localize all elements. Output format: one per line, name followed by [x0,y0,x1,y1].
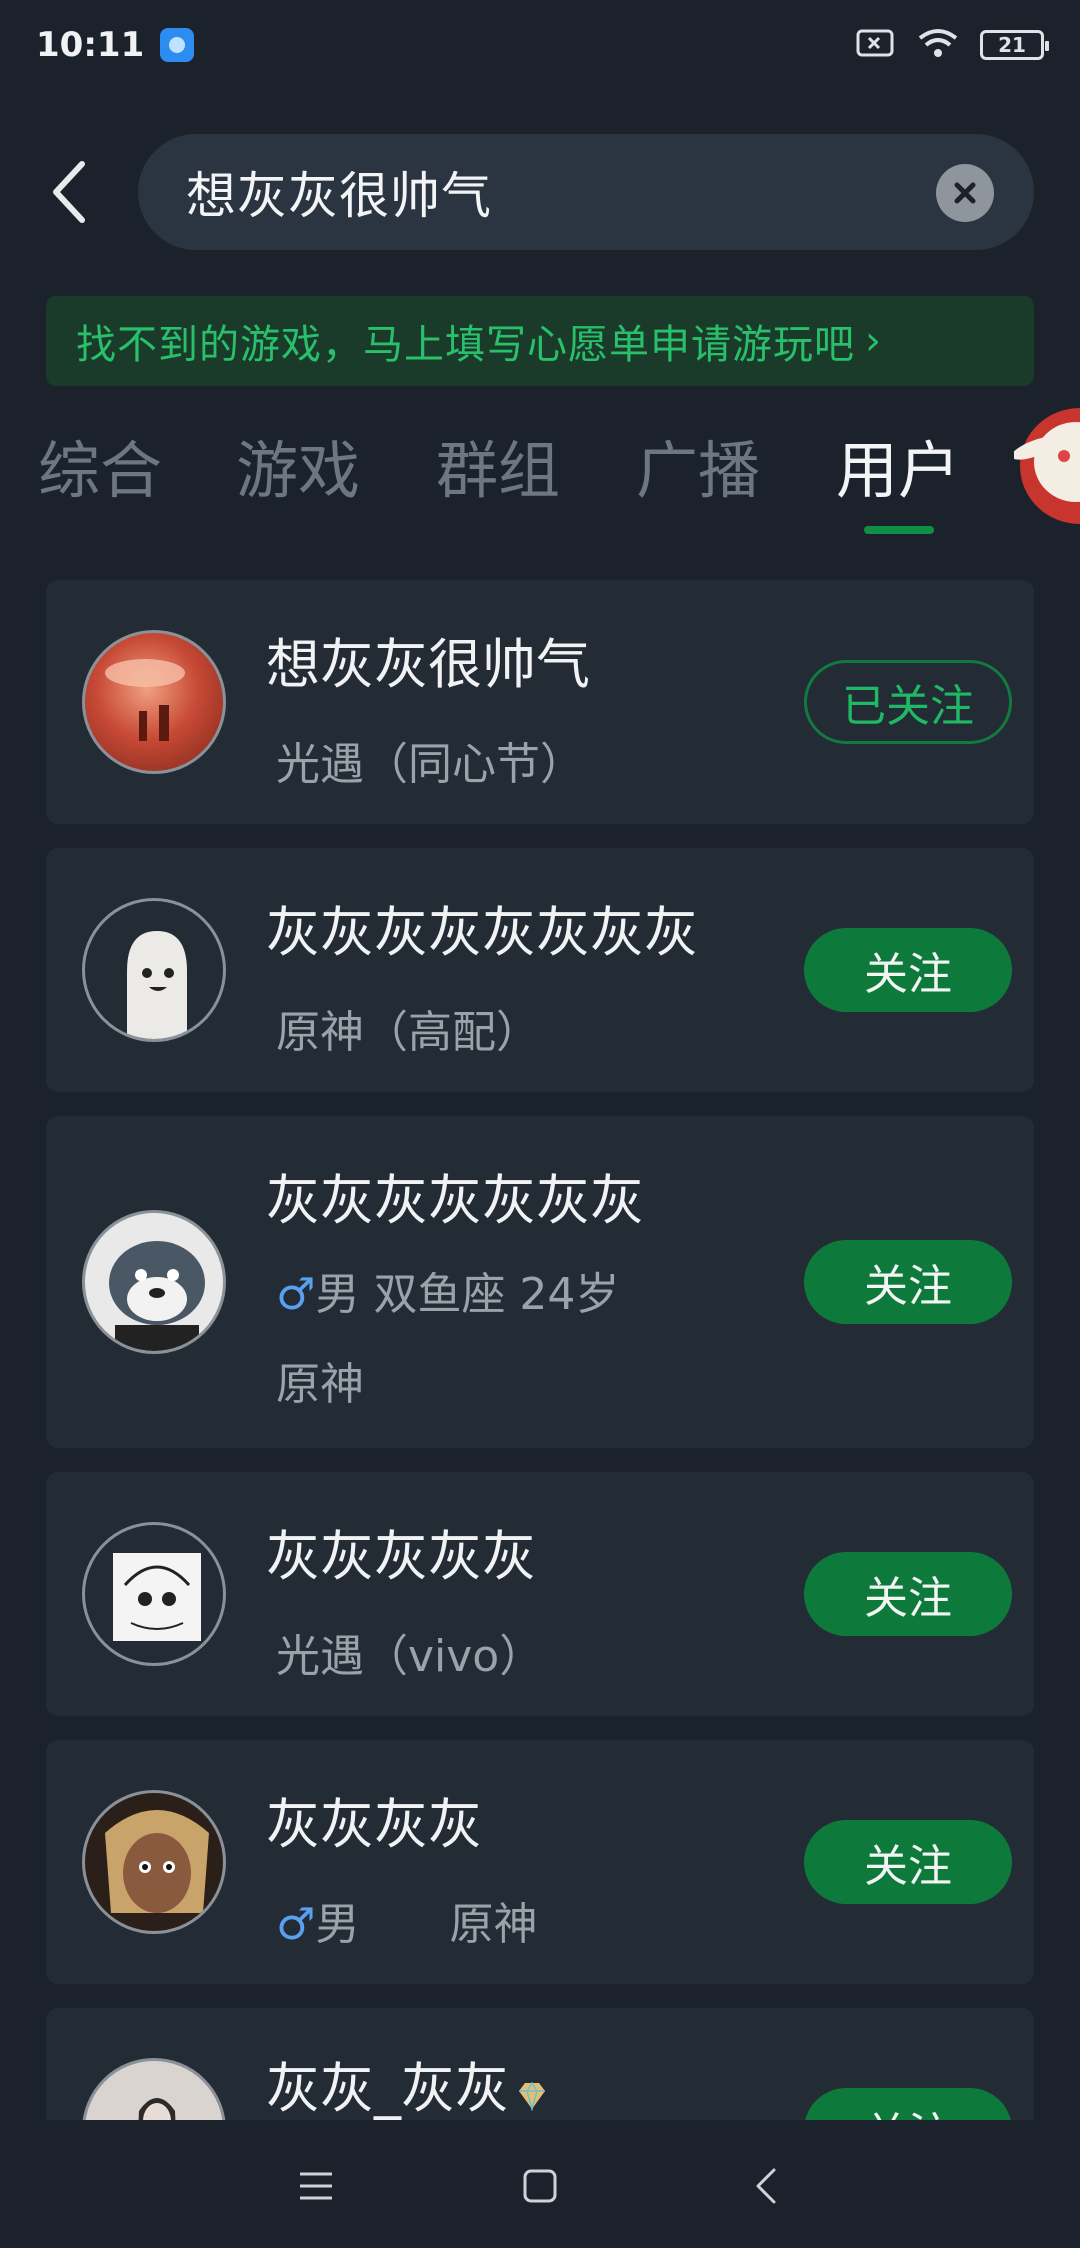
user-tags: 光遇（同心节） [276,728,584,792]
user-card[interactable]: 灰灰灰灰灰灰灰 ♂男 双鱼座 24岁 原神 关注 [46,1116,1034,1448]
user-card[interactable]: 灰灰灰灰 ♂男 原神 关注 [46,1740,1034,1984]
mascot-icon[interactable] [1011,388,1080,528]
game-tag: 原神 [276,1359,364,1410]
followed-button[interactable]: 已关注 [804,660,1012,744]
user-card[interactable]: 灰灰_灰灰 关注 [46,2008,1034,2120]
search-row: 想灰灰很帅气 [0,134,1080,250]
tab-users[interactable]: 用户 [836,420,960,510]
sim-card-icon [856,28,896,62]
close-icon [954,182,976,204]
user-tags: ♂男 双鱼座 24岁 [276,1258,619,1322]
clear-search-button[interactable] [936,164,994,222]
game-tag: 光遇（同心节） [276,739,584,790]
follow-button[interactable]: 关注 [804,1552,1012,1636]
user-tags-2: 原神 [276,1348,364,1412]
back-icon [756,2168,776,2204]
follow-button[interactable]: 关注 [804,1820,1012,1904]
user-name: 想灰灰很帅气 [266,633,590,696]
follow-button[interactable]: 关注 [804,928,1012,1012]
chevron-right-icon: › [865,318,881,364]
home-button[interactable] [510,2156,570,2216]
user-card[interactable]: 想灰灰很帅气 光遇（同心节） 已关注 [46,580,1034,824]
user-name: 灰灰灰灰灰 [266,1525,536,1588]
banner-text: 找不到的游戏，马上填写心愿单申请游玩吧 [76,322,855,368]
user-list: 想灰灰很帅气 光遇（同心节） 已关注 灰灰灰灰灰灰灰灰 原神（高配） 关注 灰灰… [0,580,1080,2120]
tab-groups[interactable]: 群组 [436,420,560,510]
wifi-icon [916,26,960,64]
male-icon: ♂ [276,1899,316,1950]
diamond-icon [515,2061,549,2120]
status-right: 21 [856,26,1049,64]
game-tag: 原神（高配） [276,1007,540,1058]
user-name: 灰灰灰灰灰灰灰 [266,1169,644,1232]
follow-button[interactable]: 关注 [804,1240,1012,1324]
game-tag: 原神 [449,1899,538,1950]
user-tags: 原神（高配） [276,996,540,1060]
back-arrow-icon [53,161,85,223]
user-name: 灰灰_灰灰 [266,2044,549,2120]
gender-tag: ♂男 [276,1899,360,1950]
avatar[interactable] [82,630,226,774]
follow-button[interactable]: 关注 [804,2088,1012,2120]
wishlist-banner[interactable]: 找不到的游戏，马上填写心愿单申请游玩吧 › [46,296,1034,386]
status-bar: 10:11 21 [0,0,1080,90]
status-time: 10:11 [36,25,145,65]
user-card[interactable]: 灰灰灰灰灰灰灰灰 原神（高配） 关注 [46,848,1034,1092]
user-name: 灰灰灰灰 [266,1793,482,1856]
battery-icon: 21 [980,30,1049,60]
avatar[interactable] [82,2058,226,2120]
search-tabs: 综合 游戏 群组 广播 用户 [0,420,1080,550]
avatar[interactable] [82,1790,226,1934]
menu-icon [300,2172,332,2200]
tab-indicator [864,526,934,534]
user-tags: ♂男 原神 [276,1888,537,1952]
male-icon: ♂ [276,1269,316,1320]
gender-age-tag: ♂男 双鱼座 24岁 [276,1269,620,1320]
avatar[interactable] [82,1210,226,1354]
nav-back-button[interactable] [736,2156,796,2216]
avatar[interactable] [82,1522,226,1666]
avatar[interactable] [82,898,226,1042]
home-icon [523,2169,557,2203]
search-query: 想灰灰很帅气 [186,167,492,225]
user-tags: 光遇（vivo） [276,1620,543,1684]
menu-button[interactable] [286,2156,346,2216]
tab-broadcast[interactable]: 广播 [636,420,760,510]
status-left: 10:11 [36,25,195,65]
game-tag: 光遇（vivo） [276,1631,544,1682]
tab-all[interactable]: 综合 [38,420,162,510]
tab-games[interactable]: 游戏 [236,420,360,510]
app-notification-icon [160,28,195,62]
search-input[interactable]: 想灰灰很帅气 [138,134,1034,250]
user-card[interactable]: 灰灰灰灰灰 光遇（vivo） 关注 [46,1472,1034,1716]
system-nav-bar [0,2120,1080,2248]
user-name: 灰灰灰灰灰灰灰灰 [266,901,698,964]
back-button[interactable] [0,134,140,250]
